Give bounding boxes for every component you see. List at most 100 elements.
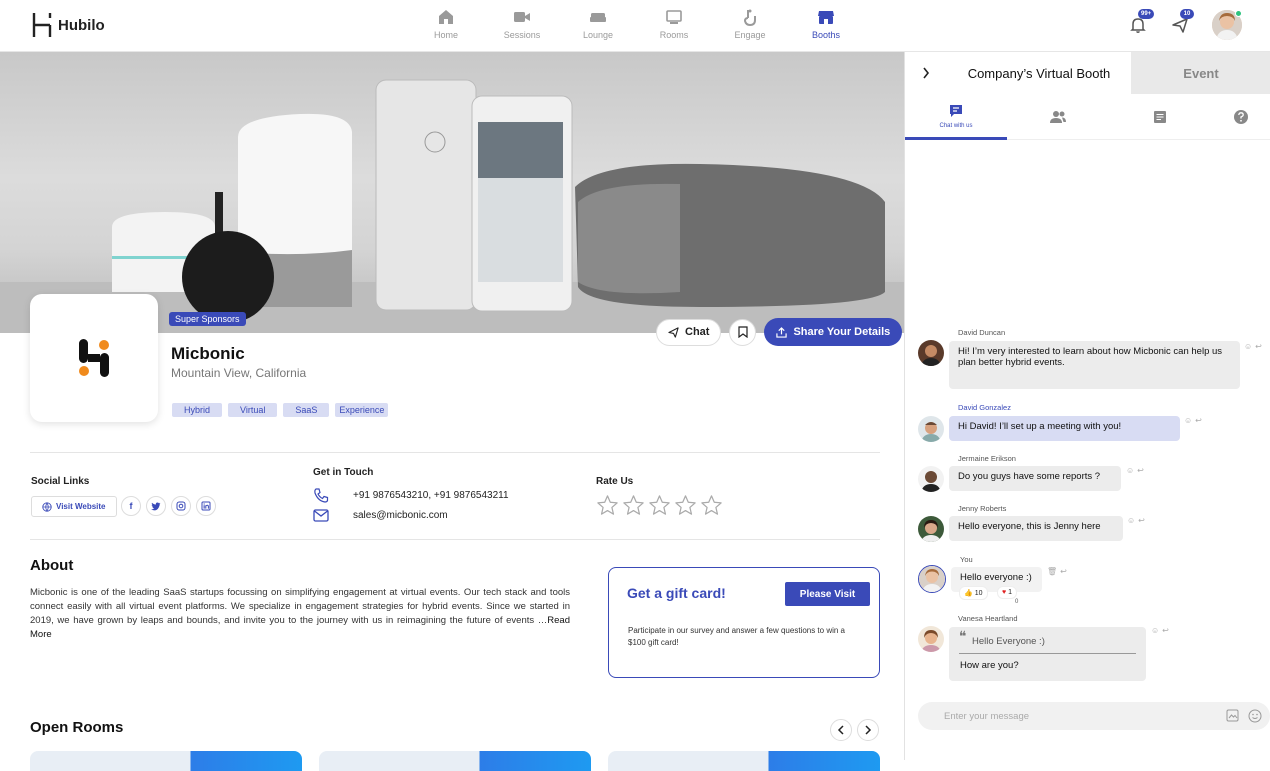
message-badge: 10 xyxy=(1180,9,1194,19)
emoji-react-icon[interactable]: ☺ xyxy=(1126,466,1134,475)
sender-avatar[interactable] xyxy=(918,516,944,542)
reaction-heart[interactable]: ♥ 1 xyxy=(997,586,1018,599)
message-actions: ☺ ↩ xyxy=(1184,416,1202,425)
notifications-button[interactable]: 99+ xyxy=(1128,9,1155,35)
sender-avatar[interactable] xyxy=(918,340,944,366)
contact-email[interactable]: sales@micbonic.com xyxy=(353,510,448,521)
chat-side-panel: Company’s Virtual Booth Event Chat with … xyxy=(904,52,1270,760)
twitter-icon xyxy=(151,502,161,510)
facebook-icon: f xyxy=(129,501,133,511)
instagram-link[interactable] xyxy=(171,496,191,516)
phone-icon xyxy=(314,488,329,503)
message-input[interactable] xyxy=(918,702,1208,730)
sender-avatar[interactable] xyxy=(918,416,944,442)
quote-mark-icon: ❝ xyxy=(959,628,967,644)
company-name: Micbonic xyxy=(171,344,245,363)
reply-icon[interactable]: ↩ xyxy=(1060,567,1067,576)
emoji-react-icon[interactable]: ☺ xyxy=(1127,516,1135,525)
chevron-right-icon xyxy=(865,725,872,735)
heart-icon: ♥ xyxy=(1002,589,1007,596)
tab-virtual-booth[interactable]: Company’s Virtual Booth xyxy=(947,52,1131,94)
user-avatar[interactable] xyxy=(1212,10,1242,40)
subtab-help[interactable] xyxy=(1211,94,1270,140)
chat-button-label: Chat xyxy=(685,326,710,338)
nav-tab-engage[interactable]: Engage xyxy=(712,8,788,48)
gift-card-panel: Get a gift card! Please Visit Participat… xyxy=(608,567,880,678)
emoji-icon[interactable] xyxy=(1248,709,1262,723)
rooms-next-button[interactable] xyxy=(857,719,879,741)
subtab-chat[interactable]: Chat with us xyxy=(905,94,1007,140)
emoji-react-icon[interactable]: ☺ xyxy=(1151,626,1159,635)
nav-tab-booths[interactable]: Booths xyxy=(788,8,864,48)
banner-products-illustration xyxy=(0,79,904,333)
facebook-link[interactable]: f xyxy=(121,496,141,516)
room-card[interactable] xyxy=(608,751,880,771)
main-nav-tabs: Home Sessions Lounge Rooms Engage Booths xyxy=(408,8,864,48)
visit-website-button[interactable]: Visit Website xyxy=(31,496,117,517)
nav-tab-label: Sessions xyxy=(503,30,541,40)
video-camera-icon xyxy=(514,12,530,22)
reply-icon[interactable]: ↩ xyxy=(1195,416,1202,425)
collapse-panel-button[interactable] xyxy=(905,52,947,94)
notification-badge: 99+ xyxy=(1138,9,1155,19)
reply-icon[interactable]: ↩ xyxy=(1138,516,1145,525)
sender-avatar[interactable] xyxy=(918,466,944,492)
sender-avatar[interactable] xyxy=(918,565,946,593)
star-icon[interactable] xyxy=(622,494,645,517)
panel-header: Company’s Virtual Booth Event xyxy=(905,52,1270,94)
star-icon[interactable] xyxy=(700,494,723,517)
rooms-prev-button[interactable] xyxy=(830,719,852,741)
room-card[interactable] xyxy=(319,751,591,771)
sender-name: Jenny Roberts xyxy=(958,504,1007,513)
please-visit-button[interactable]: Please Visit xyxy=(785,582,870,606)
avatar-image xyxy=(919,566,945,592)
document-icon xyxy=(1154,111,1166,123)
avatar-image xyxy=(918,516,944,542)
sender-name: Vanesa Heartland xyxy=(958,614,1018,623)
linkedin-link[interactable] xyxy=(196,496,216,516)
emoji-react-icon[interactable]: ☺ xyxy=(1184,416,1192,425)
tag: Experience xyxy=(335,403,389,417)
share-button-label: Share Your Details xyxy=(793,326,891,338)
rating-stars xyxy=(596,494,723,517)
tab-event[interactable]: Event xyxy=(1131,52,1270,94)
chat-button[interactable]: Chat xyxy=(656,318,722,346)
avatar-image xyxy=(918,466,944,492)
nav-tab-home[interactable]: Home xyxy=(408,8,484,48)
brand-logo[interactable]: Hubilo xyxy=(32,12,105,38)
reply-icon[interactable]: ↩ xyxy=(1255,342,1262,351)
reply-icon[interactable]: ↩ xyxy=(1137,466,1144,475)
sender-name: You xyxy=(960,555,973,564)
rate-us-title: Rate Us xyxy=(596,476,634,487)
home-icon xyxy=(439,10,453,24)
room-card[interactable] xyxy=(30,751,302,771)
emoji-react-icon[interactable]: ☺ xyxy=(1244,342,1252,351)
message-bubble: Hi David! I’ll set up a meeting with you… xyxy=(949,416,1180,441)
star-icon[interactable] xyxy=(596,494,619,517)
delete-trash-icon[interactable]: 🗑 xyxy=(1047,567,1057,576)
subtab-notes[interactable] xyxy=(1109,94,1211,140)
brand-name: Hubilo xyxy=(58,16,105,34)
quote-divider xyxy=(959,653,1136,654)
share-details-button[interactable]: Share Your Details xyxy=(764,318,903,346)
bookmark-button[interactable] xyxy=(729,318,757,346)
nav-tab-label: Booths xyxy=(811,30,841,40)
messages-button[interactable]: 10 xyxy=(1170,9,1194,35)
reply-icon[interactable]: ↩ xyxy=(1162,626,1169,635)
nav-tab-lounge[interactable]: Lounge xyxy=(560,8,636,48)
star-icon[interactable] xyxy=(648,494,671,517)
micbonic-logo-icon xyxy=(79,339,109,377)
subtab-people[interactable] xyxy=(1007,94,1109,140)
nav-tab-sessions[interactable]: Sessions xyxy=(484,8,560,48)
star-icon[interactable] xyxy=(674,494,697,517)
reaction-thumbs-up[interactable]: 👍 10 xyxy=(959,586,988,600)
attachment-image-icon[interactable] xyxy=(1226,709,1239,722)
twitter-link[interactable] xyxy=(146,496,166,516)
contact-phone[interactable]: +91 9876543210, +91 9876543211 xyxy=(353,490,509,501)
message-actions: ☺ ↩ xyxy=(1244,342,1262,351)
reaction-count: 1 xyxy=(1008,589,1013,596)
people-icon xyxy=(1050,111,1066,123)
nav-tab-rooms[interactable]: Rooms xyxy=(636,8,712,48)
avatar-image xyxy=(918,416,944,442)
sender-avatar[interactable] xyxy=(918,626,944,652)
